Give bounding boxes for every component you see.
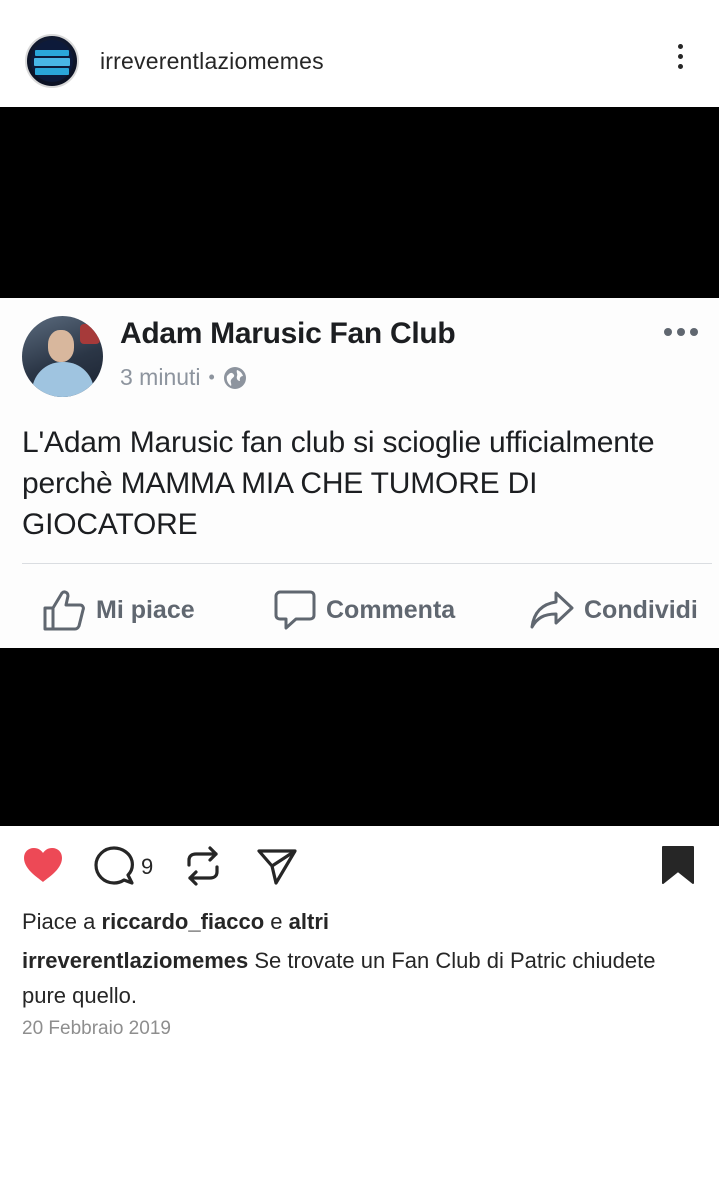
post-date: 20 Febbraio 2019 (22, 1018, 171, 1039)
profile-avatar[interactable] (25, 34, 79, 88)
post-header: irreverentlaziomemes (0, 0, 719, 107)
post-action-bar: 9 (0, 840, 719, 890)
fb-divider (22, 563, 712, 564)
fb-meta-separator: • (208, 367, 215, 387)
likes-summary: Piace a riccardo_fiacco e altri (22, 909, 329, 935)
fb-page-avatar (22, 316, 103, 397)
likes-others-link[interactable]: altri (289, 909, 329, 934)
facebook-post-screenshot: Adam Marusic Fan Club 3 minuti • L'Adam … (0, 298, 719, 648)
fb-comment-action: Commenta (274, 588, 455, 632)
share-arrow-icon (530, 591, 574, 629)
likes-user-link[interactable]: riccardo_fiacco (102, 909, 265, 934)
globe-icon (223, 366, 246, 389)
fb-share-label: Condividi (584, 595, 698, 624)
fb-like-action: Mi piace (42, 588, 195, 632)
repost-icon[interactable] (184, 845, 222, 887)
speech-bubble-icon (274, 590, 316, 630)
comment-icon[interactable] (93, 845, 135, 887)
avatar-logo-line (35, 50, 69, 56)
post-username[interactable]: irreverentlaziomemes (100, 48, 324, 75)
bookmark-icon[interactable] (660, 845, 696, 885)
fb-like-label: Mi piace (96, 595, 195, 624)
likes-prefix: Piace a (22, 909, 96, 934)
fb-comment-label: Commenta (326, 595, 456, 624)
caption-username[interactable]: irreverentlaziomemes (22, 948, 248, 973)
thumbs-up-icon (43, 590, 85, 631)
fb-more-horizontal-icon (664, 328, 698, 338)
fb-page-name: Adam Marusic Fan Club (120, 317, 456, 350)
send-icon[interactable] (256, 846, 298, 886)
avatar-logo-line (34, 58, 70, 66)
fb-post-time: 3 minuti (120, 364, 201, 390)
avatar-logo-line (35, 68, 69, 75)
comment-count: 9 (141, 854, 154, 879)
fb-share-action: Condividi (530, 588, 698, 632)
post-image-top-band (0, 107, 719, 298)
fb-post-meta: 3 minuti • (120, 364, 247, 391)
likes-conjunction: e (270, 909, 283, 934)
post-image-bottom-band (0, 648, 719, 826)
more-vertical-icon[interactable] (672, 44, 688, 78)
heart-icon[interactable] (22, 846, 64, 884)
post-caption: irreverentlaziomemes Se trovate un Fan C… (22, 943, 702, 1013)
fb-post-text: L'Adam Marusic fan club si scioglie uffi… (22, 426, 655, 541)
